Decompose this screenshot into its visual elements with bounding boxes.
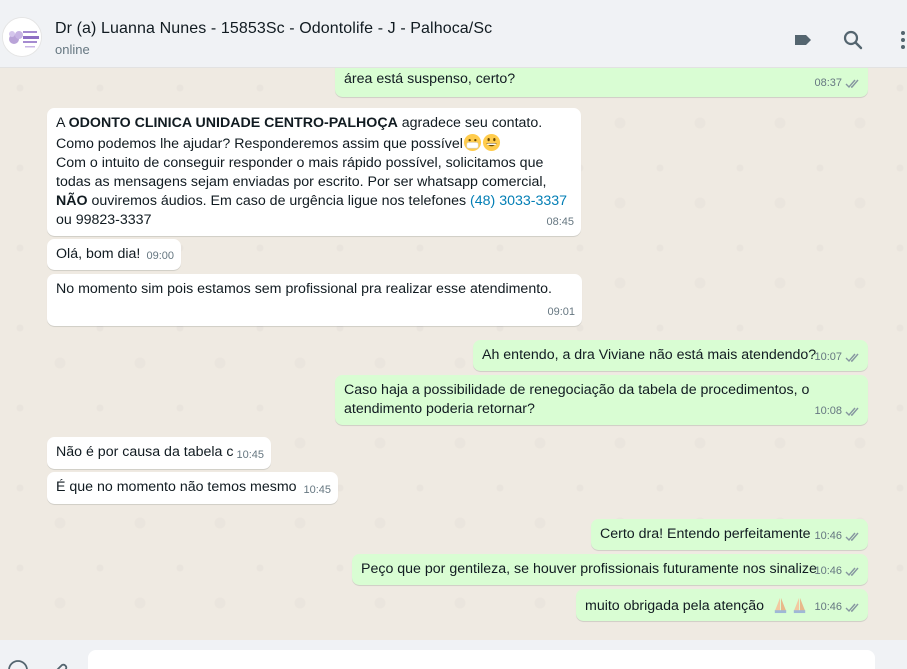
message-time: 09:01 [547, 306, 575, 318]
message-outgoing[interactable]: área está suspenso, certo? 08:37 [335, 68, 868, 97]
message-time: 08:45 [546, 216, 574, 228]
message-incoming[interactable]: No momento sim pois estamos sem profissi… [47, 274, 582, 326]
emoji-icon[interactable] [6, 658, 30, 669]
double-check-icon [845, 353, 859, 363]
message-time: 10:08 [814, 405, 842, 417]
double-check-icon [845, 603, 859, 613]
double-check-icon [845, 79, 859, 89]
label-icon[interactable] [791, 28, 815, 52]
attach-icon[interactable] [48, 658, 72, 669]
message-outgoing[interactable]: muito obrigada pela atenção 10:46 [576, 589, 868, 621]
avatar-logo-icon [3, 18, 41, 56]
message-list[interactable]: área está suspenso, certo? 08:37 A ODONT… [0, 68, 907, 640]
message-meta: 08:45 [546, 213, 574, 232]
message-incoming[interactable]: É que no momento não temos mesmo 10:45 [47, 472, 338, 504]
chat-title: Dr (a) Luanna Nunes - 15853Sc - Odontoli… [55, 20, 493, 37]
message-incoming[interactable]: A ODONTO CLINICA UNIDADE CENTRO-PALHOÇA … [47, 108, 581, 236]
double-check-icon [845, 407, 859, 417]
message-text: muito obrigada pela atenção [585, 598, 765, 614]
clinic-name: ODONTO CLINICA UNIDADE CENTRO-PALHOÇA [68, 115, 398, 131]
message-text: No momento sim pois estamos sem profissi… [56, 281, 552, 297]
message-meta: 10:08 [814, 402, 861, 421]
double-check-icon [845, 532, 859, 542]
chat-header[interactable]: Dr (a) Luanna Nunes - 15853Sc - Odontoli… [0, 0, 907, 68]
message-meta: 10:45 [236, 446, 264, 465]
chat-title-block[interactable]: Dr (a) Luanna Nunes - 15853Sc - Odontoli… [55, 20, 492, 57]
message-incoming[interactable]: Olá, bom dia! 09:00 [47, 239, 181, 270]
double-check-icon [845, 567, 859, 577]
message-outgoing[interactable]: Peço que por gentileza, se houver profis… [352, 554, 868, 585]
message-meta: 08:37 [814, 74, 861, 93]
message-text: Não é por causa da tabela c [56, 444, 234, 460]
message-input[interactable] [88, 650, 875, 669]
message-text: Ah entendo, a dra Viviane não está mais … [482, 347, 817, 363]
message-time: 08:37 [814, 77, 842, 89]
message-meta: 10:46 [814, 527, 861, 546]
message-meta: 10:45 [303, 481, 331, 500]
message-text: Caso haja a possibilidade de renegociaçã… [344, 382, 810, 417]
message-text: É que no momento não temos mesmo [56, 479, 297, 495]
message-time: 09:00 [146, 250, 174, 262]
folded-hands-emoji-icon [774, 597, 787, 614]
message-meta: 09:00 [146, 247, 174, 266]
message-meta: 10:07 [814, 348, 861, 367]
grinning-emoji-icon [482, 133, 500, 152]
compose-bar[interactable] [0, 640, 907, 669]
message-text: A ODONTO CLINICA UNIDADE CENTRO-PALHOÇA … [56, 115, 568, 228]
message-meta: 10:46 [814, 598, 861, 617]
message-incoming[interactable]: Não é por causa da tabela c 10:45 [47, 437, 271, 469]
contact-status: online [55, 42, 90, 57]
search-icon[interactable] [841, 28, 865, 52]
folded-hands-emoji-icon [793, 597, 806, 614]
message-outgoing[interactable]: Certo dra! Entendo perfeitamente 10:46 [591, 519, 868, 550]
message-time: 10:46 [814, 530, 842, 542]
message-time: 10:45 [236, 449, 264, 461]
message-outgoing[interactable]: Caso haja a possibilidade de renegociaçã… [335, 375, 868, 425]
phone-link[interactable]: (48) 3033-3337 [470, 193, 567, 209]
message-text: Certo dra! Entendo perfeitamente [600, 526, 811, 542]
contact-avatar[interactable] [2, 17, 42, 57]
message-time: 10:46 [814, 601, 842, 613]
mask-emoji-icon [463, 133, 481, 152]
message-outgoing[interactable]: Ah entendo, a dra Viviane não está mais … [473, 340, 868, 371]
message-text: Olá, bom dia! [56, 246, 141, 262]
message-meta: 09:01 [547, 303, 575, 322]
message-text: Peço que por gentileza, se houver profis… [361, 561, 817, 577]
message-meta: 10:46 [814, 562, 861, 581]
message-text: área está suspenso, certo? [344, 71, 516, 87]
message-time: 10:45 [303, 484, 331, 496]
message-time: 10:07 [814, 351, 842, 363]
message-time: 10:46 [814, 565, 842, 577]
menu-icon[interactable] [891, 28, 907, 52]
